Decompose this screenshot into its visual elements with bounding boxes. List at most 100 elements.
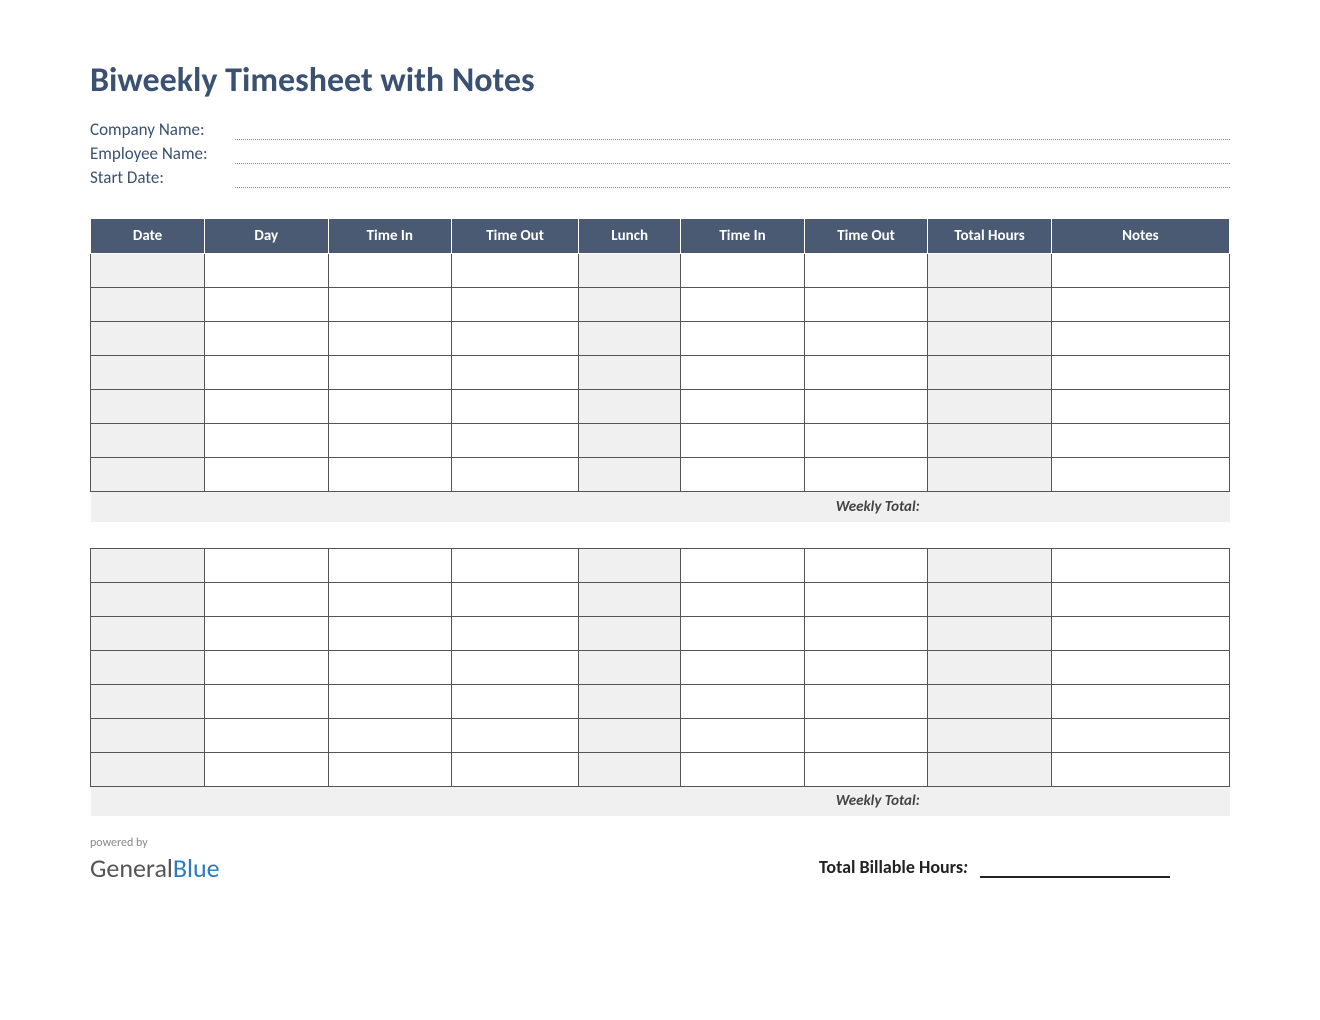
cell-lunch[interactable] bbox=[579, 650, 681, 684]
cell-out1[interactable] bbox=[452, 582, 579, 616]
cell-total[interactable] bbox=[928, 254, 1052, 288]
cell-out2[interactable] bbox=[804, 254, 928, 288]
cell-out1[interactable] bbox=[452, 390, 579, 424]
cell-notes[interactable] bbox=[1051, 548, 1229, 582]
cell-in1[interactable] bbox=[328, 390, 452, 424]
cell-out2[interactable] bbox=[804, 718, 928, 752]
cell-total[interactable] bbox=[928, 356, 1052, 390]
cell-out1[interactable] bbox=[452, 424, 579, 458]
cell-in1[interactable] bbox=[328, 582, 452, 616]
cell-total[interactable] bbox=[928, 390, 1052, 424]
cell-lunch[interactable] bbox=[579, 390, 681, 424]
cell-date[interactable] bbox=[91, 752, 205, 786]
cell-total[interactable] bbox=[928, 288, 1052, 322]
cell-out1[interactable] bbox=[452, 616, 579, 650]
cell-lunch[interactable] bbox=[579, 616, 681, 650]
cell-date[interactable] bbox=[91, 390, 205, 424]
cell-out1[interactable] bbox=[452, 684, 579, 718]
cell-in2[interactable] bbox=[681, 684, 805, 718]
cell-in2[interactable] bbox=[681, 424, 805, 458]
cell-day[interactable] bbox=[205, 548, 329, 582]
cell-in2[interactable] bbox=[681, 356, 805, 390]
cell-notes[interactable] bbox=[1051, 424, 1229, 458]
cell-notes[interactable] bbox=[1051, 752, 1229, 786]
cell-lunch[interactable] bbox=[579, 684, 681, 718]
cell-out2[interactable] bbox=[804, 424, 928, 458]
cell-out1[interactable] bbox=[452, 650, 579, 684]
cell-date[interactable] bbox=[91, 356, 205, 390]
cell-day[interactable] bbox=[205, 458, 329, 492]
cell-in2[interactable] bbox=[681, 390, 805, 424]
cell-total[interactable] bbox=[928, 650, 1052, 684]
cell-out1[interactable] bbox=[452, 288, 579, 322]
cell-notes[interactable] bbox=[1051, 582, 1229, 616]
cell-notes[interactable] bbox=[1051, 356, 1229, 390]
cell-date[interactable] bbox=[91, 424, 205, 458]
cell-in2[interactable] bbox=[681, 548, 805, 582]
cell-total[interactable] bbox=[928, 582, 1052, 616]
cell-out1[interactable] bbox=[452, 254, 579, 288]
company-input-line[interactable] bbox=[235, 120, 1230, 140]
cell-in1[interactable] bbox=[328, 458, 452, 492]
cell-in1[interactable] bbox=[328, 616, 452, 650]
cell-day[interactable] bbox=[205, 390, 329, 424]
cell-in2[interactable] bbox=[681, 582, 805, 616]
cell-out2[interactable] bbox=[804, 356, 928, 390]
cell-notes[interactable] bbox=[1051, 322, 1229, 356]
cell-out2[interactable] bbox=[804, 458, 928, 492]
cell-total[interactable] bbox=[928, 548, 1052, 582]
cell-out1[interactable] bbox=[452, 752, 579, 786]
cell-date[interactable] bbox=[91, 254, 205, 288]
cell-in1[interactable] bbox=[328, 650, 452, 684]
cell-out2[interactable] bbox=[804, 322, 928, 356]
cell-day[interactable] bbox=[205, 650, 329, 684]
cell-lunch[interactable] bbox=[579, 582, 681, 616]
cell-day[interactable] bbox=[205, 616, 329, 650]
cell-total[interactable] bbox=[928, 322, 1052, 356]
cell-in2[interactable] bbox=[681, 458, 805, 492]
cell-out2[interactable] bbox=[804, 548, 928, 582]
billable-value-line[interactable] bbox=[980, 856, 1170, 878]
cell-day[interactable] bbox=[205, 684, 329, 718]
cell-notes[interactable] bbox=[1051, 390, 1229, 424]
cell-lunch[interactable] bbox=[579, 424, 681, 458]
cell-in1[interactable] bbox=[328, 288, 452, 322]
cell-total[interactable] bbox=[928, 458, 1052, 492]
cell-out1[interactable] bbox=[452, 356, 579, 390]
cell-date[interactable] bbox=[91, 684, 205, 718]
cell-day[interactable] bbox=[205, 322, 329, 356]
cell-out2[interactable] bbox=[804, 752, 928, 786]
cell-notes[interactable] bbox=[1051, 458, 1229, 492]
cell-out2[interactable] bbox=[804, 390, 928, 424]
cell-notes[interactable] bbox=[1051, 616, 1229, 650]
cell-date[interactable] bbox=[91, 322, 205, 356]
cell-out2[interactable] bbox=[804, 288, 928, 322]
cell-notes[interactable] bbox=[1051, 718, 1229, 752]
cell-notes[interactable] bbox=[1051, 254, 1229, 288]
cell-total[interactable] bbox=[928, 718, 1052, 752]
cell-date[interactable] bbox=[91, 548, 205, 582]
employee-input-line[interactable] bbox=[235, 144, 1230, 164]
cell-lunch[interactable] bbox=[579, 718, 681, 752]
cell-out1[interactable] bbox=[452, 718, 579, 752]
cell-in1[interactable] bbox=[328, 424, 452, 458]
cell-total[interactable] bbox=[928, 752, 1052, 786]
cell-in2[interactable] bbox=[681, 752, 805, 786]
cell-in2[interactable] bbox=[681, 650, 805, 684]
cell-in1[interactable] bbox=[328, 548, 452, 582]
cell-day[interactable] bbox=[205, 718, 329, 752]
cell-date[interactable] bbox=[91, 458, 205, 492]
cell-total[interactable] bbox=[928, 616, 1052, 650]
cell-total[interactable] bbox=[928, 684, 1052, 718]
cell-out2[interactable] bbox=[804, 650, 928, 684]
cell-in1[interactable] bbox=[328, 356, 452, 390]
cell-in1[interactable] bbox=[328, 718, 452, 752]
cell-day[interactable] bbox=[205, 254, 329, 288]
cell-lunch[interactable] bbox=[579, 548, 681, 582]
cell-lunch[interactable] bbox=[579, 288, 681, 322]
cell-day[interactable] bbox=[205, 752, 329, 786]
cell-out2[interactable] bbox=[804, 684, 928, 718]
cell-in1[interactable] bbox=[328, 752, 452, 786]
cell-lunch[interactable] bbox=[579, 356, 681, 390]
cell-day[interactable] bbox=[205, 424, 329, 458]
